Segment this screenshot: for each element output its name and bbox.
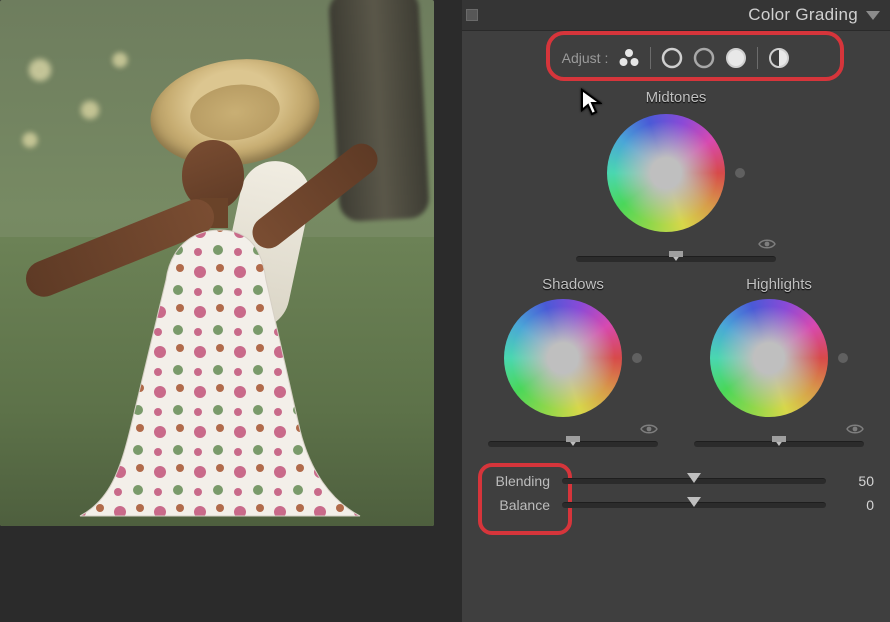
app-root: Color Grading Adjust : <box>0 0 890 622</box>
global-target-icon[interactable] <box>768 47 790 69</box>
highlights-wheel-handle[interactable] <box>762 351 780 369</box>
shadows-wheel-handle[interactable] <box>556 351 574 369</box>
shadows-highlights-row: Shadows <box>478 274 874 451</box>
midtones-target-icon[interactable] <box>693 47 715 69</box>
panel-switch-icon[interactable] <box>466 9 478 21</box>
image-preview-pane <box>0 0 462 622</box>
panel-title: Color Grading <box>748 5 858 25</box>
midtones-visibility-icon[interactable] <box>758 238 776 250</box>
shadows-color-wheel[interactable] <box>504 299 622 417</box>
panel-collapse-icon[interactable] <box>866 11 880 20</box>
toolbar-separator-2 <box>757 47 758 69</box>
highlights-column: Highlights <box>694 274 864 451</box>
blending-label: Blending <box>478 473 550 489</box>
shadows-column: Shadows <box>488 274 658 451</box>
midtones-color-wheel[interactable] <box>607 114 725 232</box>
highlights-visibility-icon[interactable] <box>846 423 864 435</box>
midtones-title: Midtones <box>478 89 874 106</box>
midtones-wheel-wrap <box>607 114 745 232</box>
panel-header[interactable]: Color Grading <box>462 0 890 31</box>
balance-value: 0 <box>838 497 874 513</box>
midtones-wheel-area <box>478 114 874 266</box>
shadows-visibility-icon[interactable] <box>640 423 658 435</box>
blending-value: 50 <box>838 473 874 489</box>
balance-row: Balance 0 <box>478 497 874 513</box>
midtones-saturation-slider[interactable] <box>576 252 776 266</box>
photo-subject <box>40 70 370 510</box>
three-way-icon[interactable] <box>618 47 640 69</box>
blending-slider[interactable] <box>562 474 826 488</box>
highlights-color-wheel[interactable] <box>710 299 828 417</box>
blend-balance-group: Blending 50 Balance 0 <box>478 469 874 517</box>
color-grading-panel: Color Grading Adjust : <box>462 0 890 622</box>
highlights-luminance-dot[interactable] <box>838 353 848 363</box>
highlights-saturation-slider[interactable] <box>694 437 864 451</box>
shadows-title: Shadows <box>542 276 604 293</box>
panel-body: Adjust : <box>462 31 890 537</box>
shadows-target-icon[interactable] <box>661 47 683 69</box>
shadows-saturation-slider[interactable] <box>488 437 658 451</box>
preview-photo[interactable] <box>0 0 434 526</box>
highlights-title: Highlights <box>746 276 812 293</box>
adjust-label: Adjust : <box>562 50 609 66</box>
balance-label: Balance <box>478 497 550 513</box>
highlights-target-icon[interactable] <box>725 47 747 69</box>
adjust-toolbar: Adjust : <box>478 37 874 79</box>
toolbar-separator <box>650 47 651 69</box>
balance-slider[interactable] <box>562 498 826 512</box>
midtones-luminance-dot[interactable] <box>735 168 745 178</box>
blending-row: Blending 50 <box>478 473 874 489</box>
midtones-wheel-handle[interactable] <box>659 166 677 184</box>
shadows-luminance-dot[interactable] <box>632 353 642 363</box>
